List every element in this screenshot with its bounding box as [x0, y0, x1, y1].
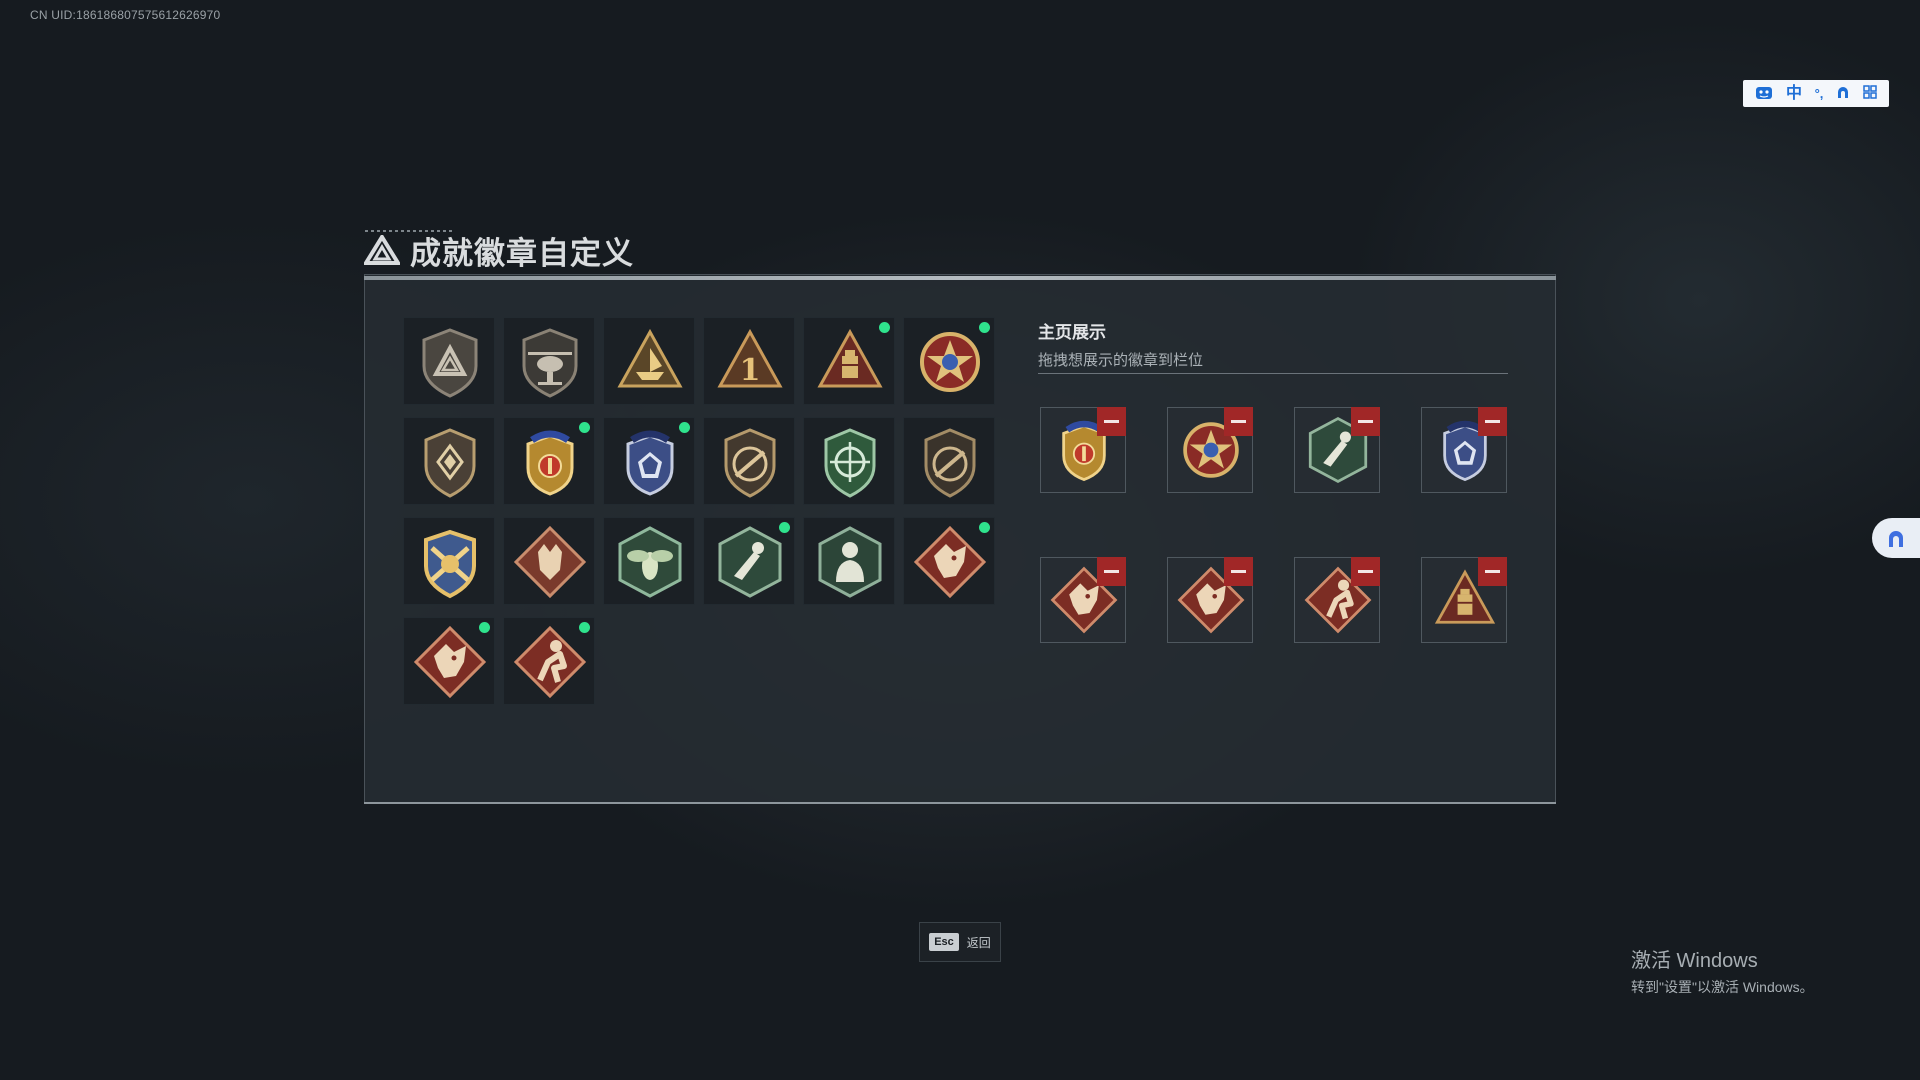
badge-cell[interactable]: [703, 417, 795, 505]
showcase-slot[interactable]: [1294, 557, 1380, 643]
new-indicator-dot: [979, 522, 990, 533]
badge-cell[interactable]: [403, 417, 495, 505]
assistant-icon: [1889, 531, 1903, 547]
triangle-logo-icon: [364, 235, 400, 265]
panel-top-border: [364, 276, 1556, 280]
badge-cell[interactable]: [403, 317, 495, 405]
badge-cell[interactable]: [403, 617, 495, 705]
badge-cell[interactable]: 1: [703, 317, 795, 405]
ime-skin-icon[interactable]: [1836, 85, 1850, 103]
showcase-slot[interactable]: [1167, 407, 1253, 493]
new-indicator-dot: [779, 522, 790, 533]
badge-cell[interactable]: [503, 517, 595, 605]
showcase-slot[interactable]: [1040, 407, 1126, 493]
windows-activation-watermark: 激活 Windows 转到"设置"以激活 Windows。: [1631, 944, 1814, 997]
badge-cell[interactable]: [703, 517, 795, 605]
badge-cell[interactable]: [503, 317, 595, 405]
ime-toolbar[interactable]: 中 °,: [1743, 80, 1889, 107]
badge-cell[interactable]: [603, 417, 695, 505]
remove-badge-button[interactable]: [1224, 407, 1253, 436]
ime-mode-toggle[interactable]: 中: [1786, 85, 1802, 102]
badge-cell[interactable]: [403, 517, 495, 605]
floating-assistant-button[interactable]: [1872, 518, 1920, 558]
minus-icon: [1358, 570, 1373, 573]
showcase-slot[interactable]: [1167, 557, 1253, 643]
minus-icon: [1231, 420, 1246, 423]
ime-punctuation-toggle[interactable]: °,: [1815, 87, 1824, 100]
minus-icon: [1104, 420, 1119, 423]
minus-icon: [1485, 570, 1500, 573]
badge-cell[interactable]: [503, 417, 595, 505]
activation-hint: 转到"设置"以激活 Windows。: [1631, 979, 1814, 995]
badge-cell[interactable]: [603, 317, 695, 405]
showcase-slot[interactable]: [1294, 407, 1380, 493]
remove-badge-button[interactable]: [1351, 407, 1380, 436]
activation-title: 激活 Windows: [1631, 950, 1758, 972]
minus-icon: [1485, 420, 1500, 423]
ime-logo-icon[interactable]: [1755, 84, 1773, 104]
showcase-header: 主页展示 拖拽想展示的徽章到栏位: [1038, 318, 1203, 370]
new-indicator-dot: [579, 622, 590, 633]
remove-badge-button[interactable]: [1097, 407, 1126, 436]
badge-cell[interactable]: [903, 517, 995, 605]
remove-badge-button[interactable]: [1351, 557, 1380, 586]
back-button[interactable]: Esc 返回: [919, 922, 1001, 962]
badge-cell[interactable]: [503, 617, 595, 705]
page-title: 成就徽章自定义: [410, 235, 634, 271]
badge-cell[interactable]: [903, 417, 995, 505]
minus-icon: [1358, 420, 1373, 423]
badge-cell[interactable]: [903, 317, 995, 405]
showcase-slot[interactable]: [1040, 557, 1126, 643]
ime-grid-icon[interactable]: [1862, 84, 1877, 103]
minus-icon: [1104, 570, 1119, 573]
remove-badge-button[interactable]: [1097, 557, 1126, 586]
showcase-subtitle: 拖拽想展示的徽章到栏位: [1038, 352, 1204, 369]
badge-cell[interactable]: [803, 317, 895, 405]
showcase-divider: [1038, 373, 1508, 374]
uid-label: CN UID:186186807575612626970: [30, 8, 221, 22]
page-header: 成就徽章自定义: [364, 228, 634, 272]
minus-icon: [1231, 570, 1246, 573]
new-indicator-dot: [579, 422, 590, 433]
new-indicator-dot: [979, 322, 990, 333]
showcase-slot[interactable]: [1421, 407, 1507, 493]
remove-badge-button[interactable]: [1478, 557, 1507, 586]
panel-bottom-border: [364, 802, 1556, 804]
svg-text:1: 1: [740, 353, 761, 388]
esc-key-hint: Esc: [929, 933, 959, 951]
badge-cell[interactable]: [803, 417, 895, 505]
remove-badge-button[interactable]: [1478, 407, 1507, 436]
showcase-title: 主页展示: [1038, 323, 1106, 342]
remove-badge-button[interactable]: [1224, 557, 1253, 586]
back-label: 返回: [966, 935, 991, 950]
badge-cell[interactable]: [803, 517, 895, 605]
new-indicator-dot: [479, 622, 490, 633]
showcase-slot[interactable]: [1421, 557, 1507, 643]
new-indicator-dot: [679, 422, 690, 433]
badge-cell[interactable]: [603, 517, 695, 605]
new-indicator-dot: [879, 322, 890, 333]
